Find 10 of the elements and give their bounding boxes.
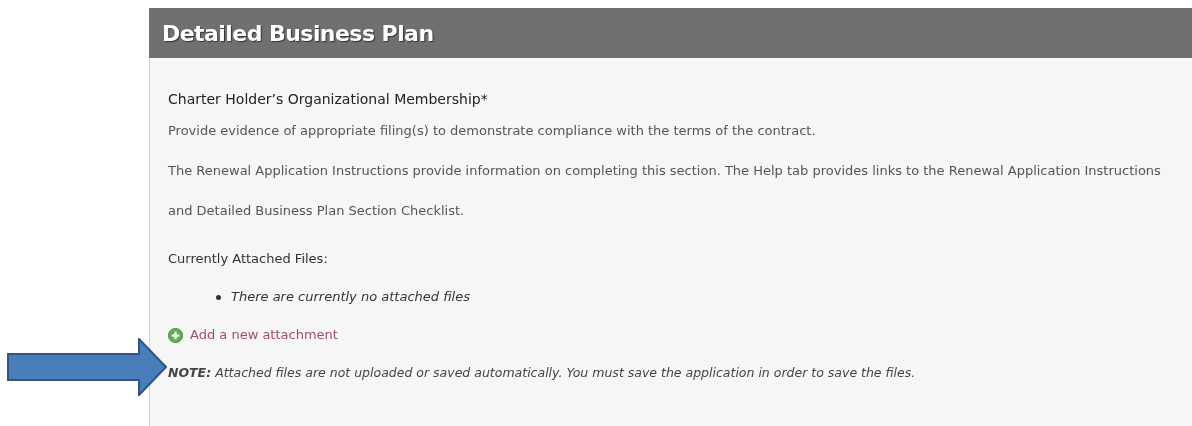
add-icon bbox=[168, 327, 183, 343]
attached-files-label: Currently Attached Files: bbox=[168, 250, 329, 268]
add-attachment-link[interactable]: Add a new attachment bbox=[168, 316, 338, 354]
description-text: Provide evidence of appropriate filing(s) to demonstrate compliance with the terms of the contract. bbox=[168, 122, 817, 140]
empty-files-text: There are currently no attached files bbox=[231, 288, 470, 306]
note-text: NOTE: Attached files are not uploaded or saved automatically. You must save the application in order to save the files. bbox=[168, 364, 917, 382]
panel-title: Detailed Business Plan bbox=[162, 19, 434, 48]
description-text: The Renewal Application Instructions provide information on completing this section. The Help tab provides links to the Renewal Application Instructions and Detailed Business Plan Section Checklist. bbox=[168, 162, 1162, 220]
section-heading: Charter Holder’s Organizational Membership* bbox=[168, 90, 489, 109]
bullet-icon bbox=[216, 294, 221, 300]
